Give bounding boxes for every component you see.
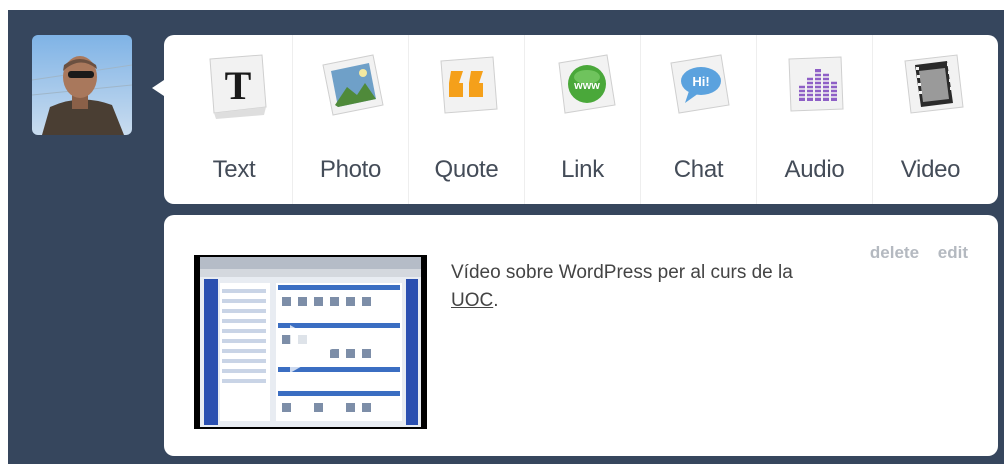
post-type-label: Chat xyxy=(673,156,724,183)
link-icon: www xyxy=(549,51,619,121)
post-type-label: Video xyxy=(900,156,961,183)
post-type-label: Link xyxy=(561,156,604,183)
post-type-video[interactable]: Video xyxy=(872,35,988,204)
caption-text: Vídeo sobre WordPress per al curs de la xyxy=(451,262,793,283)
svg-text:Hi!: Hi! xyxy=(692,74,709,89)
post-type-chat[interactable]: Hi! Chat xyxy=(640,35,756,204)
post-type-photo[interactable]: Photo xyxy=(292,35,408,204)
post-type-audio[interactable]: Audio xyxy=(756,35,872,204)
post-type-label: Audio xyxy=(784,156,845,183)
photo-icon xyxy=(317,51,387,121)
quote-icon xyxy=(433,51,503,121)
post-type-label: Text xyxy=(212,156,256,183)
delete-link[interactable]: delete xyxy=(870,243,919,262)
post-type-quote[interactable]: Quote xyxy=(408,35,524,204)
post-type-text[interactable]: T Text xyxy=(176,35,292,204)
video-thumbnail[interactable] xyxy=(194,255,427,429)
post-type-label: Photo xyxy=(319,156,382,183)
audio-icon xyxy=(781,51,851,121)
post-type-selector: T Text Photo Quote www Link Hi! Chat Aud… xyxy=(164,35,998,204)
uoc-link[interactable]: UOC xyxy=(451,290,493,311)
video-icon xyxy=(897,51,967,121)
post-type-link[interactable]: www Link xyxy=(524,35,640,204)
post-type-label: Quote xyxy=(434,156,499,183)
avatar[interactable] xyxy=(32,35,132,135)
top-border xyxy=(8,0,1004,10)
caption-suffix: . xyxy=(493,290,499,311)
panel-pointer xyxy=(152,80,164,96)
svg-text:www: www xyxy=(573,80,600,92)
post-controls: delete edit xyxy=(856,243,968,263)
post-caption: Vídeo sobre WordPress per al curs de la … xyxy=(451,259,831,315)
post-card: delete edit Vídeo sobre WordPress per al… xyxy=(164,215,998,456)
edit-link[interactable]: edit xyxy=(938,243,968,262)
text-icon: T xyxy=(200,51,270,121)
chat-icon: Hi! xyxy=(665,51,735,121)
svg-text:T: T xyxy=(225,63,252,108)
